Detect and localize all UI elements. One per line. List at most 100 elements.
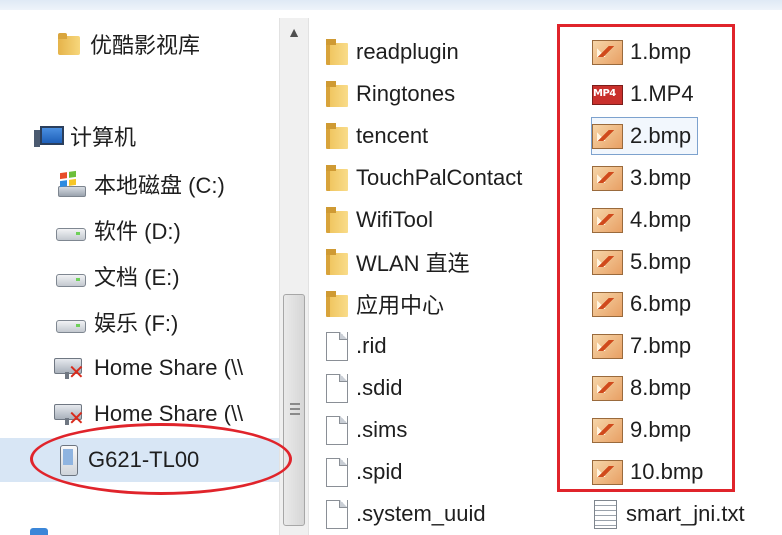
file-icon xyxy=(326,458,348,487)
file-name: 8.bmp xyxy=(630,375,692,400)
nav-item-label: 计算机 xyxy=(70,125,137,150)
list-item[interactable]: TouchPalContact xyxy=(326,160,522,196)
navigation-pane: 优酷影视库 计算机 本地磁盘 (C:) 软件 (D:) 文档 (E:) 娱乐 (… xyxy=(0,10,312,535)
list-item[interactable]: 6.bmp xyxy=(592,286,691,322)
bitmap-image-icon xyxy=(592,40,623,65)
nav-item-label: 优酷影视库 xyxy=(90,33,201,58)
folder-icon xyxy=(326,291,348,317)
nav-item-label: 娱乐 (F:) xyxy=(94,311,179,336)
list-item[interactable]: .sdid xyxy=(326,370,402,406)
nav-item-label: Home Share (\\ xyxy=(94,401,244,426)
bitmap-image-icon xyxy=(592,418,623,443)
file-name: .system_uuid xyxy=(356,501,486,526)
list-item[interactable]: MP4 1.MP4 xyxy=(592,76,694,112)
network-share-disconnected-icon: ✕ xyxy=(54,355,86,383)
file-name: 1.bmp xyxy=(630,39,692,64)
list-item[interactable]: 10.bmp xyxy=(592,454,703,490)
nav-item-g621-tl00[interactable]: G621-TL00 xyxy=(0,438,280,482)
nav-scrollbar[interactable]: ▲ xyxy=(279,18,309,535)
bitmap-image-icon xyxy=(592,334,623,359)
bitmap-image-icon xyxy=(592,460,623,485)
file-icon xyxy=(326,416,348,445)
mp4-video-icon: MP4 xyxy=(592,81,623,107)
file-icon xyxy=(326,500,348,529)
list-item[interactable]: smart_jni.txt xyxy=(592,496,745,532)
nav-item-home-share-2[interactable]: ✕ Home Share (\\ xyxy=(54,396,280,432)
window-top-band xyxy=(0,0,782,10)
network-share-disconnected-icon: ✕ xyxy=(54,401,86,429)
file-name: 7.bmp xyxy=(630,333,692,358)
scroll-thumb[interactable] xyxy=(283,294,305,526)
nav-item-label: Home Share (\\ xyxy=(94,355,244,380)
partial-item-icon xyxy=(30,528,48,535)
list-item[interactable]: .spid xyxy=(326,454,402,490)
phone-icon xyxy=(56,445,80,476)
file-name: 3.bmp xyxy=(630,165,692,190)
file-icon xyxy=(326,332,348,361)
computer-icon xyxy=(34,124,64,148)
file-name: TouchPalContact xyxy=(356,165,523,190)
nav-item-label: 文档 (E:) xyxy=(94,265,180,290)
list-item[interactable]: .system_uuid xyxy=(326,496,486,532)
file-name: 2.bmp xyxy=(630,123,692,148)
list-item[interactable]: WifiTool xyxy=(326,202,433,238)
folder-icon xyxy=(326,249,348,275)
list-item[interactable]: 9.bmp xyxy=(592,412,691,448)
file-name: WifiTool xyxy=(356,207,434,232)
folder-icon xyxy=(326,207,348,233)
grip-icon xyxy=(290,403,300,415)
list-item[interactable]: WLAN 直连 xyxy=(326,244,470,280)
file-name: 4.bmp xyxy=(630,207,692,232)
bitmap-image-icon xyxy=(592,166,623,191)
scroll-up-arrow-icon[interactable]: ▲ xyxy=(280,18,308,46)
file-name: 1.MP4 xyxy=(630,81,694,106)
drive-icon xyxy=(56,272,86,287)
list-item[interactable]: tencent xyxy=(326,118,428,154)
file-name: .spid xyxy=(356,459,403,484)
nav-item-computer[interactable]: 计算机 xyxy=(34,118,314,154)
list-item-focused[interactable]: 2.bmp xyxy=(590,117,699,155)
file-name: Ringtones xyxy=(356,81,456,106)
list-item[interactable]: 5.bmp xyxy=(592,244,691,280)
nav-item-label: 本地磁盘 (C:) xyxy=(94,173,225,198)
windows-drive-icon xyxy=(56,170,86,197)
file-icon xyxy=(326,374,348,403)
list-item[interactable]: 3.bmp xyxy=(592,160,691,196)
file-name: 5.bmp xyxy=(630,249,692,274)
drive-icon xyxy=(56,318,86,333)
list-item[interactable]: 1.bmp xyxy=(592,34,691,70)
bitmap-image-icon xyxy=(592,376,623,401)
list-item[interactable]: 8.bmp xyxy=(592,370,691,406)
bitmap-image-icon xyxy=(592,124,623,149)
folder-icon xyxy=(326,39,348,65)
file-name: .sdid xyxy=(356,375,403,400)
nav-item-label: G621-TL00 xyxy=(88,447,200,472)
nav-item-label: 软件 (D:) xyxy=(94,219,181,244)
list-item[interactable]: .sims xyxy=(326,412,407,448)
file-name: .rid xyxy=(356,333,387,358)
file-name: 10.bmp xyxy=(630,459,704,484)
file-name: tencent xyxy=(356,123,429,148)
file-name: smart_jni.txt xyxy=(626,501,745,526)
bitmap-image-icon xyxy=(592,250,623,275)
file-name: .sims xyxy=(356,417,408,442)
file-name: 6.bmp xyxy=(630,291,692,316)
bitmap-image-icon xyxy=(592,208,623,233)
folder-icon xyxy=(326,123,348,149)
file-name: 应用中心 xyxy=(356,293,445,318)
list-item[interactable]: 4.bmp xyxy=(592,202,691,238)
nav-item-home-share-1[interactable]: ✕ Home Share (\\ xyxy=(54,350,280,386)
file-name: WLAN 直连 xyxy=(356,251,470,276)
drive-icon xyxy=(56,226,86,241)
list-item[interactable]: readplugin xyxy=(326,34,459,70)
text-file-icon xyxy=(592,500,618,529)
folder-icon xyxy=(326,165,348,191)
list-item[interactable]: Ringtones xyxy=(326,76,455,112)
list-item[interactable]: .rid xyxy=(326,328,387,364)
file-name: 9.bmp xyxy=(630,417,692,442)
mp4-icon-label: MP4 xyxy=(593,88,616,99)
list-item[interactable]: 7.bmp xyxy=(592,328,691,364)
file-name: readplugin xyxy=(356,39,459,64)
list-item[interactable]: 应用中心 xyxy=(326,286,444,322)
bitmap-image-icon xyxy=(592,292,623,317)
